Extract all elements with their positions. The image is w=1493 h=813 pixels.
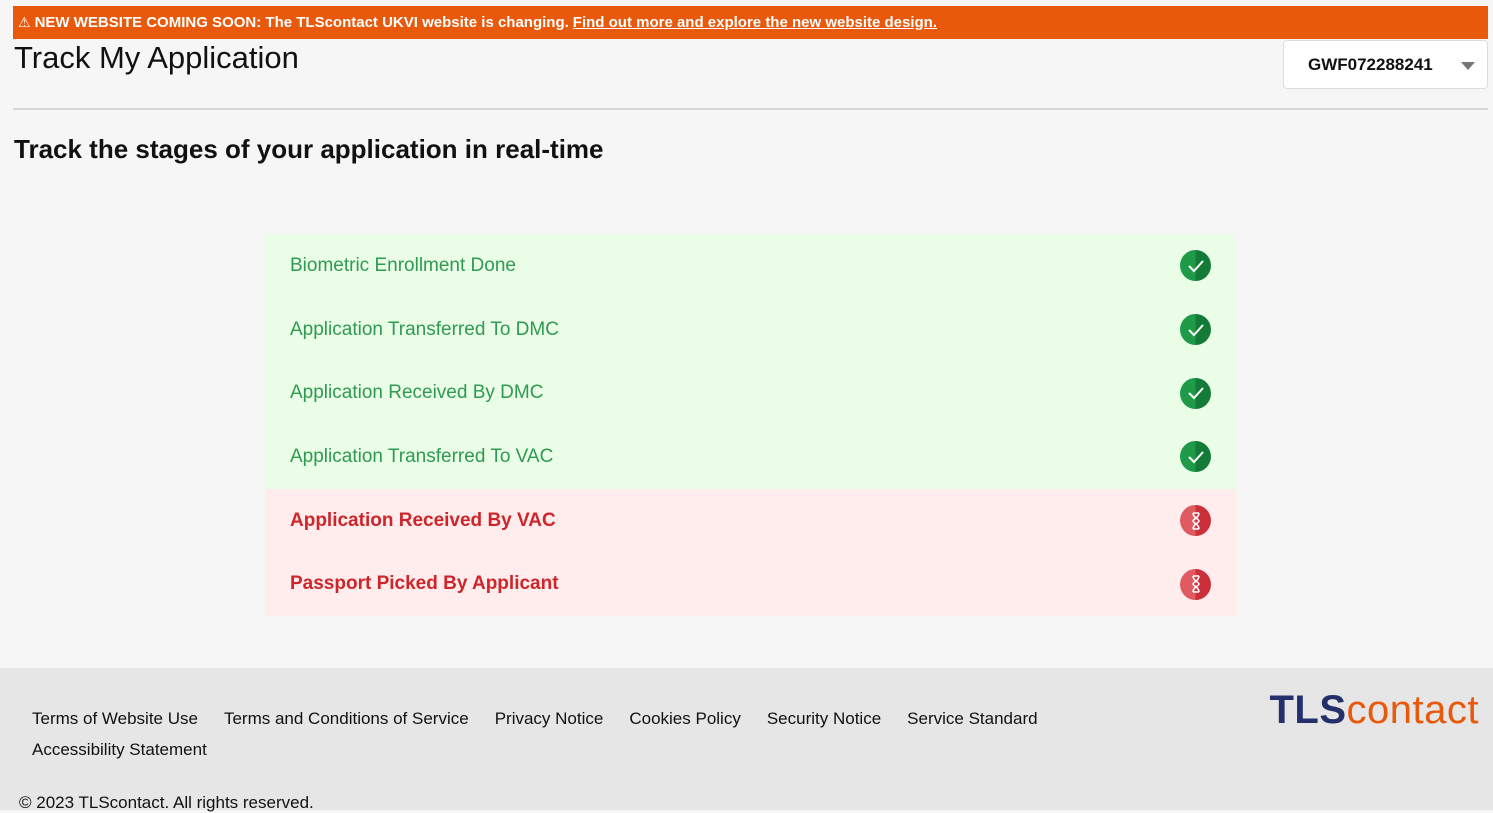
footer-link-security-notice[interactable]: Security Notice bbox=[767, 708, 881, 730]
check-circle-icon bbox=[1180, 250, 1211, 282]
chevron-down-icon bbox=[1461, 62, 1475, 70]
footer-link-privacy-notice[interactable]: Privacy Notice bbox=[495, 708, 604, 730]
stages-list: Biometric Enrollment Done Application Tr… bbox=[265, 234, 1236, 617]
logo-part-contact: contact bbox=[1346, 688, 1479, 732]
hourglass-icon bbox=[1180, 505, 1211, 537]
stage-item: Passport Picked By Applicant bbox=[265, 552, 1236, 617]
footer-link-accessibility-statement[interactable]: Accessibility Statement bbox=[32, 739, 207, 761]
warning-icon: ⚠ bbox=[18, 14, 31, 30]
check-circle-icon bbox=[1180, 377, 1211, 409]
footer: Terms of Website Use Terms and Condition… bbox=[0, 668, 1493, 812]
stage-item: Application Transferred To VAC bbox=[265, 425, 1236, 489]
application-select[interactable]: GWF072288241 bbox=[1283, 40, 1488, 89]
header-divider bbox=[13, 108, 1488, 110]
banner-message: The TLScontact UKVI website is changing. bbox=[265, 14, 569, 31]
stage-item: Application Received By VAC bbox=[265, 488, 1236, 553]
page-title: Track My Application bbox=[14, 40, 299, 75]
stage-item: Application Transferred To DMC bbox=[265, 297, 1236, 362]
copyright: © 2023 TLScontact. All rights reserved. bbox=[19, 793, 314, 812]
stage-item: Biometric Enrollment Done bbox=[265, 234, 1236, 298]
stage-label: Application Received By VAC bbox=[290, 509, 556, 531]
footer-link-terms-and-conditions[interactable]: Terms and Conditions of Service bbox=[224, 708, 469, 730]
stage-label: Application Transferred To DMC bbox=[290, 318, 559, 340]
logo-part-tls: TLS bbox=[1269, 688, 1347, 732]
footer-link-cookies-policy[interactable]: Cookies Policy bbox=[629, 708, 741, 730]
application-select-value: GWF072288241 bbox=[1308, 54, 1433, 74]
check-circle-icon bbox=[1180, 314, 1211, 346]
stage-label: Passport Picked By Applicant bbox=[290, 573, 559, 595]
stage-item: Application Received By DMC bbox=[265, 361, 1236, 426]
check-circle-icon bbox=[1180, 441, 1211, 473]
stage-label: Biometric Enrollment Done bbox=[290, 254, 516, 276]
footer-link-service-standard[interactable]: Service Standard bbox=[907, 708, 1037, 730]
announcement-banner: ⚠ NEW WEBSITE COMING SOON: The TLScontac… bbox=[13, 6, 1488, 39]
stage-label: Application Transferred To VAC bbox=[290, 445, 554, 467]
banner-link[interactable]: Find out more and explore the new websit… bbox=[573, 14, 937, 31]
banner-headline: NEW WEBSITE COMING SOON: bbox=[34, 14, 262, 31]
footer-links: Terms of Website Use Terms and Condition… bbox=[32, 708, 1092, 761]
hourglass-icon bbox=[1180, 568, 1211, 600]
section-subtitle: Track the stages of your application in … bbox=[14, 134, 604, 164]
stage-label: Application Received By DMC bbox=[290, 382, 544, 404]
footer-link-terms-of-website-use[interactable]: Terms of Website Use bbox=[32, 708, 198, 730]
tlscontact-logo[interactable]: TLScontact bbox=[1269, 688, 1479, 733]
